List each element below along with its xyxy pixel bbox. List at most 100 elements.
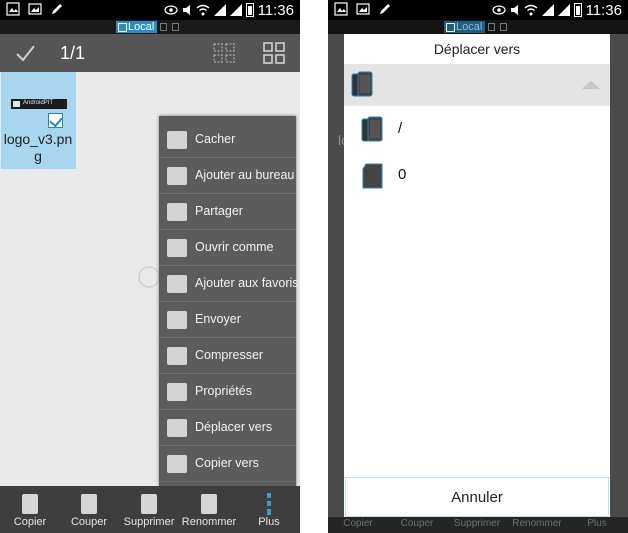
dimmed-bottom-bar-label: Couper <box>400 518 434 529</box>
dimmed-bottom-bar-label: Renommer <box>512 518 562 529</box>
more-dots-icon <box>267 493 271 515</box>
status-time: 11:36 <box>585 1 622 19</box>
file-manager-screen: 11:36 Local 1/1 AndroidPIT logo_v3.png C… <box>0 0 300 533</box>
context-menu-item[interactable]: Cacher <box>159 122 296 158</box>
dimmed-bottom-bar-label: Supprimer <box>453 518 501 529</box>
gallery-notification-icon <box>334 2 348 16</box>
file-name: logo_v3.png <box>3 131 73 164</box>
bottom-bar-couper-button[interactable]: Couper <box>59 486 119 533</box>
context-menu-item-label: Ouvrir comme <box>195 240 274 254</box>
eye-icon <box>163 5 178 15</box>
mute-icon <box>510 5 518 15</box>
bottom-bar-label: Renommer <box>181 516 237 528</box>
context-menu-item[interactable]: Envoyer <box>159 302 296 338</box>
rename-icon <box>201 494 217 514</box>
context-menu-item-label: Envoyer <box>195 312 241 326</box>
context-menu-item[interactable]: Copier vers <box>159 446 296 482</box>
eye-icon <box>491 5 506 15</box>
bottom-bar-supprimer-button[interactable]: Supprimer <box>119 486 179 533</box>
context-menu-item[interactable]: Propriétés <box>159 374 296 410</box>
wifi-icon <box>524 4 538 16</box>
context-menu-item-label: Ajouter aux favoris <box>195 276 299 290</box>
context-menu-item[interactable]: Ajouter au bureau <box>159 158 296 194</box>
dimmed-bottom-bar-label: Copier <box>343 518 373 529</box>
storage-entry-label: 0 <box>398 166 407 183</box>
thumbnail-text: AndroidPIT <box>23 100 54 106</box>
signal-icon <box>213 4 226 16</box>
selection-toolbar: 1/1 <box>0 34 300 72</box>
file-thumbnail: AndroidPIT <box>11 99 67 109</box>
context-menu-item-label: Partager <box>195 204 243 218</box>
cancel-button[interactable]: Annuler <box>344 477 610 517</box>
context-menu-item[interactable]: Ouvrir comme <box>159 230 296 266</box>
status-bar-right: 11:36 <box>328 0 628 20</box>
gallery-notification-icon <box>6 2 20 16</box>
location-bar: Local <box>0 20 300 34</box>
bottom-bar-renommer-button[interactable]: Renommer <box>179 486 239 533</box>
info-icon <box>167 383 187 401</box>
grid-view-icon[interactable] <box>262 42 286 64</box>
bottom-action-bar: Copier Couper Supprimer Renommer Plus <box>0 486 300 533</box>
scissors-icon <box>81 494 97 514</box>
phone-storage-icon <box>351 71 373 97</box>
lock-icon <box>160 23 167 31</box>
context-menu-item[interactable]: Partager <box>159 194 296 230</box>
favorite-star-icon <box>167 275 187 293</box>
cloud-icon <box>172 23 179 31</box>
context-menu: Cacher Ajouter au bureau Partager Ouvrir co… <box>159 116 299 486</box>
signal-icon-2 <box>557 4 570 16</box>
cloud-icon <box>500 23 507 31</box>
bottom-bar-copier-button[interactable]: Copier <box>0 486 60 533</box>
dialog-title: Déplacer vers <box>433 41 521 57</box>
move-dialog-screen: 11:36 Local lo Déplacer vers /0 Annuler … <box>328 0 628 533</box>
bottom-bar-label: Supprimer <box>123 516 175 528</box>
sd-card-icon <box>362 163 383 189</box>
context-menu-item-label: Propriétés <box>195 384 252 398</box>
signal-icon <box>541 4 554 16</box>
location-chip[interactable]: Local <box>116 21 158 33</box>
send-icon <box>167 311 187 329</box>
location-bar-right: Local <box>328 20 628 34</box>
pen-notification-icon <box>52 4 62 14</box>
bottom-bar-label: Couper <box>70 516 108 528</box>
context-menu-item[interactable]: Ajouter aux favoris <box>159 266 299 302</box>
dialog-storage-entry[interactable]: / <box>344 108 610 152</box>
context-menu-item[interactable]: Déplacer vers <box>159 410 296 446</box>
wifi-icon <box>196 4 210 16</box>
copy-icon <box>22 494 38 514</box>
move-to-icon <box>167 419 187 437</box>
signal-icon-2 <box>229 4 242 16</box>
copy-to-icon <box>167 455 187 473</box>
battery-icon <box>573 3 582 17</box>
bottom-action-bar-dimmed: Copier Couper Supprimer Renommer Plus <box>328 517 628 533</box>
dimmed-bottom-bar-label: Plus <box>587 518 607 529</box>
select-all-icon[interactable] <box>212 42 236 64</box>
collapse-chevron-icon[interactable] <box>582 80 600 90</box>
bottom-bar-label: Plus <box>258 516 280 528</box>
done-check-icon[interactable] <box>14 42 36 64</box>
file-checkbox[interactable] <box>48 113 63 128</box>
bottom-bar-label: Copier <box>13 516 47 528</box>
dialog-current-location[interactable] <box>344 64 610 106</box>
compress-icon <box>167 347 187 365</box>
trash-icon <box>141 494 157 514</box>
context-menu-item-label: Cacher <box>195 132 236 146</box>
status-bar: 11:36 <box>0 0 300 20</box>
add-to-desktop-icon <box>167 167 187 185</box>
context-menu-item-label: Compresser <box>195 348 264 362</box>
pen-notification-icon <box>380 4 390 14</box>
context-menu-item-label: Déplacer vers <box>195 420 273 434</box>
bottom-bar-plus-button[interactable]: Plus <box>239 486 299 533</box>
phone-storage-icon <box>361 116 383 142</box>
move-to-dialog: Déplacer vers / 0 Annuler <box>344 34 610 517</box>
location-chip: Local <box>444 21 486 33</box>
context-menu-item-label: Copier vers <box>195 456 259 470</box>
context-menu-item[interactable]: Compresser <box>159 338 296 374</box>
mute-icon <box>182 5 190 15</box>
open-folder-icon <box>167 239 187 257</box>
dialog-storage-entry[interactable]: 0 <box>344 154 610 198</box>
selection-count: 1/1 <box>60 43 86 63</box>
lock-icon <box>488 23 495 31</box>
image-notification-icon <box>356 3 370 15</box>
loading-spinner-icon <box>138 266 160 288</box>
